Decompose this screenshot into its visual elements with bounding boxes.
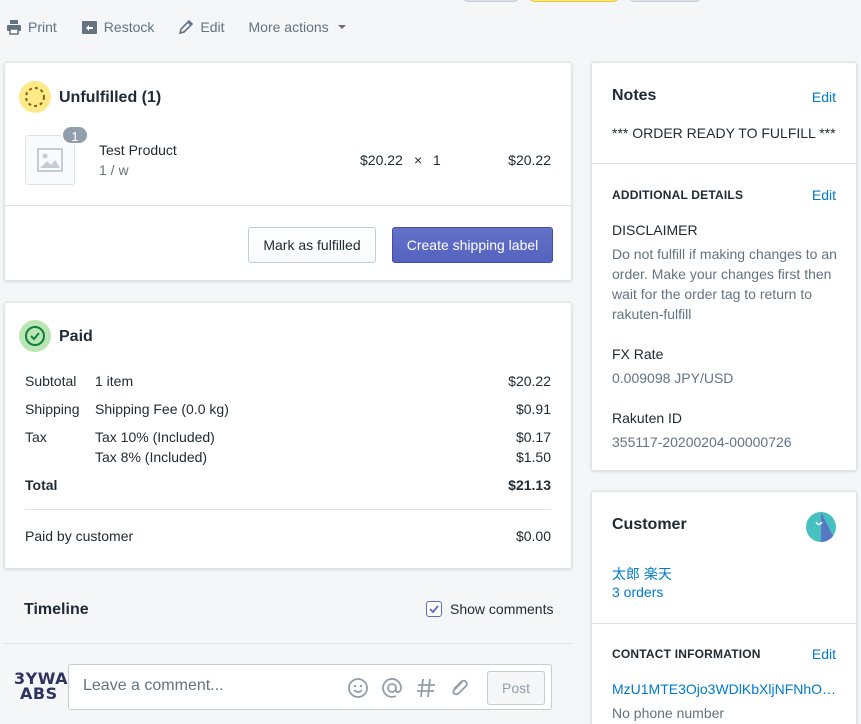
customer-divider xyxy=(592,623,856,624)
status-pill xyxy=(462,0,520,2)
create-shipping-label-button[interactable]: Create shipping label xyxy=(392,227,553,263)
customer-title: Customer xyxy=(612,516,687,533)
product-name-link[interactable]: Test Product xyxy=(99,142,177,158)
paid-card: Paid Subtotal 1 item $20.22 Shipping Shi… xyxy=(4,302,572,569)
line-item-total: $20.22 xyxy=(508,152,551,168)
shipping-desc: Shipping Fee (0.0 kg) xyxy=(95,401,229,417)
fx-rate-value: 0.009098 JPY/USD xyxy=(612,370,734,386)
customer-orders-link[interactable]: 3 orders xyxy=(612,584,663,600)
disclaimer-line: wait for the order tag to return to xyxy=(612,286,812,302)
unfulfilled-status-icon xyxy=(19,81,51,113)
subtotal-desc: 1 item xyxy=(95,373,134,389)
store-avatar: 3YWA ABS xyxy=(14,671,68,705)
status-pills xyxy=(462,0,702,2)
line-item-price: $20.22 xyxy=(360,152,403,168)
disclaimer-label: DISCLAIMER xyxy=(612,222,698,238)
disclaimer-line: Do not fulfill if making changes to an xyxy=(612,246,837,262)
tax-label: Tax xyxy=(25,429,47,445)
notes-divider xyxy=(592,163,856,164)
show-comments-checkbox[interactable] xyxy=(426,601,442,617)
unfulfilled-title: Unfulfilled (1) xyxy=(59,89,162,106)
product-variant: 1 / w xyxy=(99,162,129,178)
status-pill xyxy=(628,0,702,2)
print-button[interactable]: Print xyxy=(6,19,57,35)
tax-desc-8: Tax 8% (Included) xyxy=(95,449,208,465)
total-amount: $21.13 xyxy=(508,477,551,493)
timeline-title: Timeline xyxy=(24,601,89,618)
customer-phone: No phone number xyxy=(612,705,725,721)
avatar-text-line-2: ABS xyxy=(20,684,58,703)
print-label: Print xyxy=(28,19,57,35)
checkmark-icon xyxy=(429,605,439,614)
additional-details-title: ADDITIONAL DETAILS xyxy=(612,188,744,202)
rakuten-id-label: Rakuten ID xyxy=(612,410,683,426)
quantity-badge: 1 xyxy=(61,125,89,145)
printer-icon xyxy=(7,20,21,35)
customer-card: Customer 太郎 楽天 3 orders CONTACT INFORMAT… xyxy=(591,491,857,724)
unfulfilled-card: Unfulfilled (1) 1 Test Product 1 / w $20… xyxy=(4,62,572,281)
contact-information-title: CONTACT INFORMATION xyxy=(612,647,761,661)
edit-label: Edit xyxy=(200,19,225,35)
mention-icon[interactable] xyxy=(381,677,403,699)
subtotal-label: Subtotal xyxy=(25,373,77,389)
pencil-icon xyxy=(179,19,194,35)
post-comment-button[interactable]: Post xyxy=(487,671,545,705)
disclaimer-line: rakuten-fulfill xyxy=(612,306,692,322)
notes-edit-link[interactable]: Edit xyxy=(812,89,836,105)
paid-by-customer-label: Paid by customer xyxy=(25,528,134,544)
order-note: *** ORDER READY TO FULFILL *** xyxy=(612,125,836,141)
show-comments-label[interactable]: Show comments xyxy=(450,601,553,617)
tax-amount-8: $1.50 xyxy=(515,449,551,465)
rakuten-id-value: 355117-20200204-00000726 xyxy=(612,434,792,450)
restock-label: Restock xyxy=(103,19,155,35)
times-symbol: × xyxy=(414,152,423,168)
restock-button[interactable]: Restock xyxy=(81,19,155,35)
comment-box: Post xyxy=(68,664,552,710)
emoji-icon[interactable] xyxy=(347,677,369,699)
mark-as-fulfilled-button[interactable]: Mark as fulfilled xyxy=(248,227,376,263)
shipping-amount: $0.91 xyxy=(515,401,551,417)
customer-name-link[interactable]: 太郎 楽天 xyxy=(612,564,672,584)
paid-title: Paid xyxy=(59,328,93,345)
disclaimer-line: order. Make your changes first then xyxy=(612,266,832,282)
customer-email-link[interactable]: MzU1MTE3Ojo3WDlKbXljNFNhOjo... xyxy=(612,681,838,697)
order-actions-toolbar: Print Restock Edit More actions xyxy=(6,17,371,37)
comment-input[interactable] xyxy=(83,677,323,695)
paid-status-icon xyxy=(19,320,51,352)
paid-by-customer-amount: $0.00 xyxy=(515,528,551,544)
notes-card: Notes Edit *** ORDER READY TO FULFILL **… xyxy=(591,62,857,471)
hashtag-icon[interactable] xyxy=(415,677,437,699)
shipping-label: Shipping xyxy=(25,401,80,417)
timeline-divider xyxy=(4,643,572,644)
total-label: Total xyxy=(25,477,58,493)
contact-edit-link[interactable]: Edit xyxy=(812,646,836,662)
edit-button[interactable]: Edit xyxy=(178,19,225,35)
more-actions-dropdown[interactable]: More actions xyxy=(249,19,347,35)
customer-avatar xyxy=(806,512,836,542)
fx-rate-label: FX Rate xyxy=(612,346,664,362)
more-actions-label: More actions xyxy=(248,19,329,35)
attachment-icon[interactable] xyxy=(448,677,470,699)
image-placeholder-icon xyxy=(37,148,63,172)
status-pill xyxy=(528,0,620,2)
caret-down-icon xyxy=(337,25,346,29)
line-item-qty: 1 xyxy=(433,152,441,168)
card-divider xyxy=(5,205,571,206)
additional-details-edit-link[interactable]: Edit xyxy=(812,187,836,203)
subtotal-amount: $20.22 xyxy=(508,373,551,389)
paid-divider xyxy=(25,509,551,510)
restock-icon xyxy=(81,21,97,34)
notes-title: Notes xyxy=(612,87,657,104)
tax-amount-10: $0.17 xyxy=(515,429,551,445)
tax-desc-10: Tax 10% (Included) xyxy=(95,429,215,445)
